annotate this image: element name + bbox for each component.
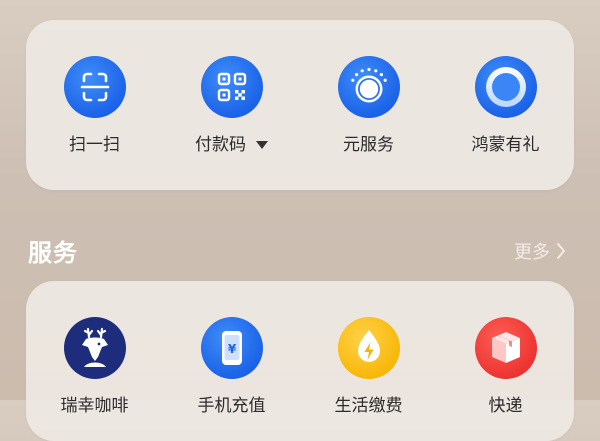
- luckin-coffee-label: 瑞幸咖啡: [60, 396, 129, 416]
- utility-bill-icon: [337, 317, 400, 379]
- luckin-coffee-button[interactable]: 瑞幸咖啡: [26, 317, 163, 416]
- payment-code-label-row: 付款码: [195, 135, 268, 155]
- services-grid: 瑞幸咖啡 ¥ 手机充值 生活缴费 快递: [26, 317, 574, 416]
- services-section-title: 服务: [28, 239, 78, 267]
- atomic-service-button[interactable]: 元服务: [300, 56, 437, 155]
- quick-actions-grid: 扫一扫 付款码 元服务 鸿蒙有礼: [26, 56, 574, 155]
- utility-bill-label: 生活缴费: [334, 396, 403, 416]
- quick-actions-card: 扫一扫 付款码 元服务 鸿蒙有礼: [26, 20, 574, 190]
- dropdown-caret-icon[interactable]: [256, 141, 268, 149]
- yuan-glyph: ¥: [227, 342, 236, 356]
- express-delivery-label: 快递: [488, 396, 523, 416]
- harmony-gift-button[interactable]: 鸿蒙有礼: [437, 56, 574, 155]
- ring-icon: [474, 56, 537, 118]
- phone-recharge-label: 手机充值: [197, 396, 266, 416]
- express-delivery-button[interactable]: 快递: [437, 317, 574, 416]
- deer-logo-icon: [63, 317, 126, 379]
- scan-button[interactable]: 扫一扫: [26, 56, 163, 155]
- atomic-service-icon: [337, 56, 400, 118]
- harmony-gift-label: 鸿蒙有礼: [471, 135, 540, 155]
- services-card: 瑞幸咖啡 ¥ 手机充值 生活缴费 快递: [26, 281, 574, 441]
- payment-code-label: 付款码: [195, 135, 246, 155]
- package-icon: [474, 317, 537, 379]
- phone-recharge-icon: ¥: [200, 317, 263, 379]
- payment-code-button[interactable]: 付款码: [163, 56, 300, 155]
- chevron-right-icon: [557, 243, 565, 259]
- atomic-service-label: 元服务: [343, 135, 394, 155]
- more-label: 更多: [514, 242, 550, 263]
- more-link[interactable]: 更多: [514, 238, 566, 264]
- qr-code-icon: [200, 56, 263, 118]
- scan-icon: [63, 56, 126, 118]
- scan-label: 扫一扫: [69, 135, 120, 155]
- phone-recharge-button[interactable]: ¥ 手机充值: [163, 317, 300, 416]
- utility-bill-button[interactable]: 生活缴费: [300, 317, 437, 416]
